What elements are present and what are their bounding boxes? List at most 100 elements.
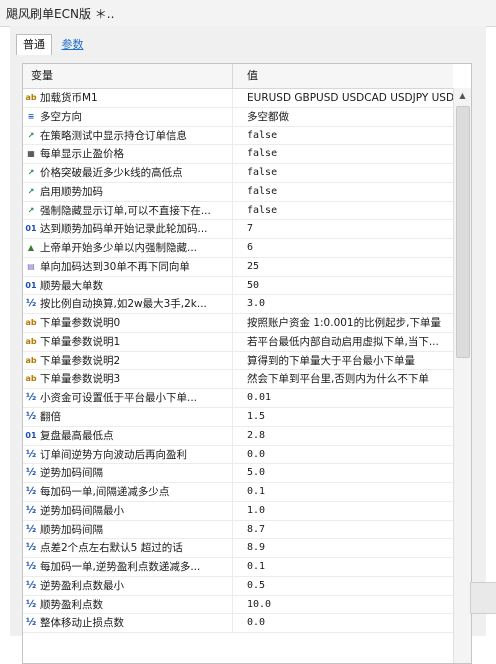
timeframe-icon: ▲: [27, 243, 35, 253]
parameter-name: 单向加码达到30单不再下同向单: [40, 260, 190, 273]
parameter-value-cell[interactable]: 0.01: [233, 389, 453, 407]
parameter-name: 多空方向: [40, 110, 82, 123]
parameter-value-cell[interactable]: 10.0: [233, 596, 453, 614]
scroll-thumb[interactable]: [456, 106, 470, 358]
parameter-value-cell[interactable]: 6: [233, 239, 453, 257]
parameter-row[interactable]: ab 下单量参数说明1 若平台最低内部自动启用虚拟下单,当下...: [23, 332, 453, 352]
parameter-row[interactable]: ↗ 启用顺势加码 false: [23, 182, 453, 202]
parameter-row[interactable]: 01 顺势最大单数 50: [23, 276, 453, 296]
parameter-value-cell[interactable]: 7: [233, 220, 453, 238]
parameter-value-cell[interactable]: 3.0: [233, 295, 453, 313]
parameter-name-cell: ½ 整体移动止损点数: [23, 614, 233, 633]
parameter-row[interactable]: ▲ 上帝单开始多少单以内强制隐藏... 6: [23, 239, 453, 258]
parameter-row[interactable]: ½ 逆势盈利点数最小 0.5: [23, 576, 453, 596]
parameter-value-cell[interactable]: 0.1: [233, 558, 453, 576]
parameter-value-cell[interactable]: false: [233, 202, 453, 220]
parameter-value-cell[interactable]: 若平台最低内部自动启用虚拟下单,当下...: [233, 333, 453, 351]
parameter-name: 加载货币M1: [40, 92, 98, 104]
parameter-name-cell: ½ 逆势盈利点数最小: [23, 576, 233, 595]
parameter-row[interactable]: ↗ 在策略测试中显示持仓订单信息 false: [23, 126, 453, 146]
parameter-row[interactable]: ½ 整体移动止损点数 0.0: [23, 614, 453, 634]
parameter-name: 启用顺势加码: [40, 185, 103, 198]
datetime-icon: ▤: [27, 261, 35, 271]
parameter-name-cell: 01 顺势最大单数: [23, 276, 233, 295]
parameter-name-cell: ↗ 价格突破最近多少k线的高低点: [23, 164, 233, 182]
parameter-row[interactable]: ½ 每加码一单,间隔递减多少点 0.1: [23, 483, 453, 502]
parameter-value-cell[interactable]: 25: [233, 258, 453, 276]
parameter-value-cell[interactable]: 8.9: [233, 539, 453, 557]
parameter-value-cell[interactable]: false: [233, 145, 453, 163]
parameter-name-cell: ½ 点差2个点左右默认5 超过的话: [23, 539, 233, 558]
bool-icon: ↗: [27, 168, 35, 178]
parameter-name-cell: ab 下单量参数说明0: [23, 314, 233, 332]
tab-common[interactable]: 普通: [16, 34, 52, 55]
parameter-value-cell[interactable]: 0.0: [233, 614, 453, 632]
parameter-name-cell: ½ 逆势加码间隔最小: [23, 501, 233, 520]
window-title: 飓风刷单ECN版 ＊..: [6, 7, 115, 21]
vertical-scrollbar[interactable]: ▲: [453, 88, 471, 663]
parameter-value-cell[interactable]: 1.0: [233, 502, 453, 520]
double-icon: ½: [25, 598, 37, 610]
parameter-name: 每加码一单,逆势盈利点数递减多...: [40, 561, 201, 574]
parameter-row[interactable]: ½ 翻倍 1.5: [23, 408, 453, 427]
parameter-name-cell: ab 下单量参数说明1: [23, 332, 233, 351]
double-icon: ½: [25, 504, 37, 516]
parameter-name-cell: ab 下单量参数说明3: [23, 370, 233, 389]
parameter-row[interactable]: 01 达到顺势加码单开始记录此轮加码... 7: [23, 220, 453, 240]
parameter-row[interactable]: ½ 顺势加码间隔 8.7: [23, 520, 453, 540]
side-panel-button[interactable]: [470, 582, 496, 614]
parameter-row[interactable]: ab 下单量参数说明2 算得到的下单量大于平台最小下单量: [23, 351, 453, 371]
parameter-value-cell[interactable]: EURUSD GBPUSD USDCAD USDJPY USDC...: [233, 89, 453, 107]
parameter-row[interactable]: ↗ 价格突破最近多少k线的高低点 false: [23, 164, 453, 183]
parameter-value-cell[interactable]: 1.5: [233, 408, 453, 426]
parameter-row[interactable]: ½ 订单间逆势方向波动后再向盈利 0.0: [23, 445, 453, 465]
parameter-value-cell[interactable]: 按照账户资金 1:0.001的比例起步,下单量: [233, 314, 453, 332]
parameter-row[interactable]: ab 下单量参数说明3 然会下单到平台里,否则内为什么不下单: [23, 370, 453, 390]
parameter-name: 价格突破最近多少k线的高低点: [40, 167, 183, 180]
parameter-name-cell: ▤ 单向加码达到30单不再下同向单: [23, 257, 233, 276]
column-header-variable[interactable]: 变量: [23, 64, 233, 88]
parameter-value-cell[interactable]: 50: [233, 277, 453, 295]
parameter-row[interactable]: ½ 逆势加码间隔最小 1.0: [23, 501, 453, 521]
text-icon: ab: [25, 93, 37, 102]
parameter-row[interactable]: ½ 逆势加码间隔 5.0: [23, 464, 453, 484]
parameter-row[interactable]: ½ 按比例自动换算,如2w最大3手,2k... 3.0: [23, 295, 453, 315]
parameter-row[interactable]: ½ 点差2个点左右默认5 超过的话 8.9: [23, 539, 453, 559]
parameter-name: 按比例自动换算,如2w最大3手,2k...: [40, 298, 207, 311]
parameter-row[interactable]: 01 复盘最高最低点 2.8: [23, 426, 453, 446]
parameter-row[interactable]: ≡ 多空方向 多空都做: [23, 107, 453, 127]
parameter-value-cell[interactable]: 0.5: [233, 577, 453, 595]
parameter-row[interactable]: ½ 每加码一单,逆势盈利点数递减多... 0.1: [23, 558, 453, 577]
parameter-name: 点差2个点左右默认5 超过的话: [40, 542, 183, 555]
parameter-row[interactable]: ab 加载货币M1 EURUSD GBPUSD USDCAD USDJPY USDC…: [23, 89, 453, 108]
parameter-value-cell[interactable]: 多空都做: [233, 108, 453, 126]
parameter-value-cell[interactable]: 0.0: [233, 446, 453, 464]
column-header-value[interactable]: 值: [233, 64, 453, 88]
parameter-name: 在策略测试中显示持仓订单信息: [40, 129, 187, 142]
parameter-row[interactable]: ½ 顺势盈利点数 10.0: [23, 595, 453, 615]
parameter-name: 逆势盈利点数最小: [40, 579, 124, 592]
parameter-row[interactable]: ↗ 强制隐藏显示订单,可以不直接下在... false: [23, 201, 453, 221]
parameter-name-cell: ab 加载货币M1: [23, 89, 233, 107]
parameter-value-cell[interactable]: 2.8: [233, 427, 453, 445]
parameter-value-cell[interactable]: 0.1: [233, 483, 453, 501]
parameter-row[interactable]: ▦ 每单显示止盈价格 false: [23, 145, 453, 165]
parameter-value-cell[interactable]: 然会下单到平台里,否则内为什么不下单: [233, 370, 453, 388]
parameter-value-cell[interactable]: false: [233, 183, 453, 201]
tab-inputs[interactable]: 参数: [56, 35, 90, 55]
double-icon: ½: [25, 298, 37, 310]
parameter-value-cell[interactable]: 5.0: [233, 464, 453, 482]
parameter-value-cell[interactable]: false: [233, 164, 453, 182]
parameter-name: 每加码一单,间隔递减多少点: [40, 486, 170, 499]
parameter-value-cell[interactable]: 8.7: [233, 521, 453, 539]
parameter-row[interactable]: ½ 小资金可设置低于平台最小下单... 0.01: [23, 389, 453, 409]
color-icon: ▦: [27, 149, 35, 159]
parameter-value-cell[interactable]: false: [233, 127, 453, 145]
parameter-row[interactable]: ▤ 单向加码达到30单不再下同向单 25: [23, 257, 453, 277]
text-icon: ab: [25, 336, 37, 346]
parameter-row[interactable]: ab 下单量参数说明0 按照账户资金 1:0.001的比例起步,下单量: [23, 314, 453, 333]
double-icon: ½: [25, 392, 37, 404]
parameter-name: 顺势最大单数: [40, 279, 103, 292]
parameter-value-cell[interactable]: 算得到的下单量大于平台最小下单量: [233, 352, 453, 370]
scroll-up-icon[interactable]: ▲: [454, 88, 471, 104]
